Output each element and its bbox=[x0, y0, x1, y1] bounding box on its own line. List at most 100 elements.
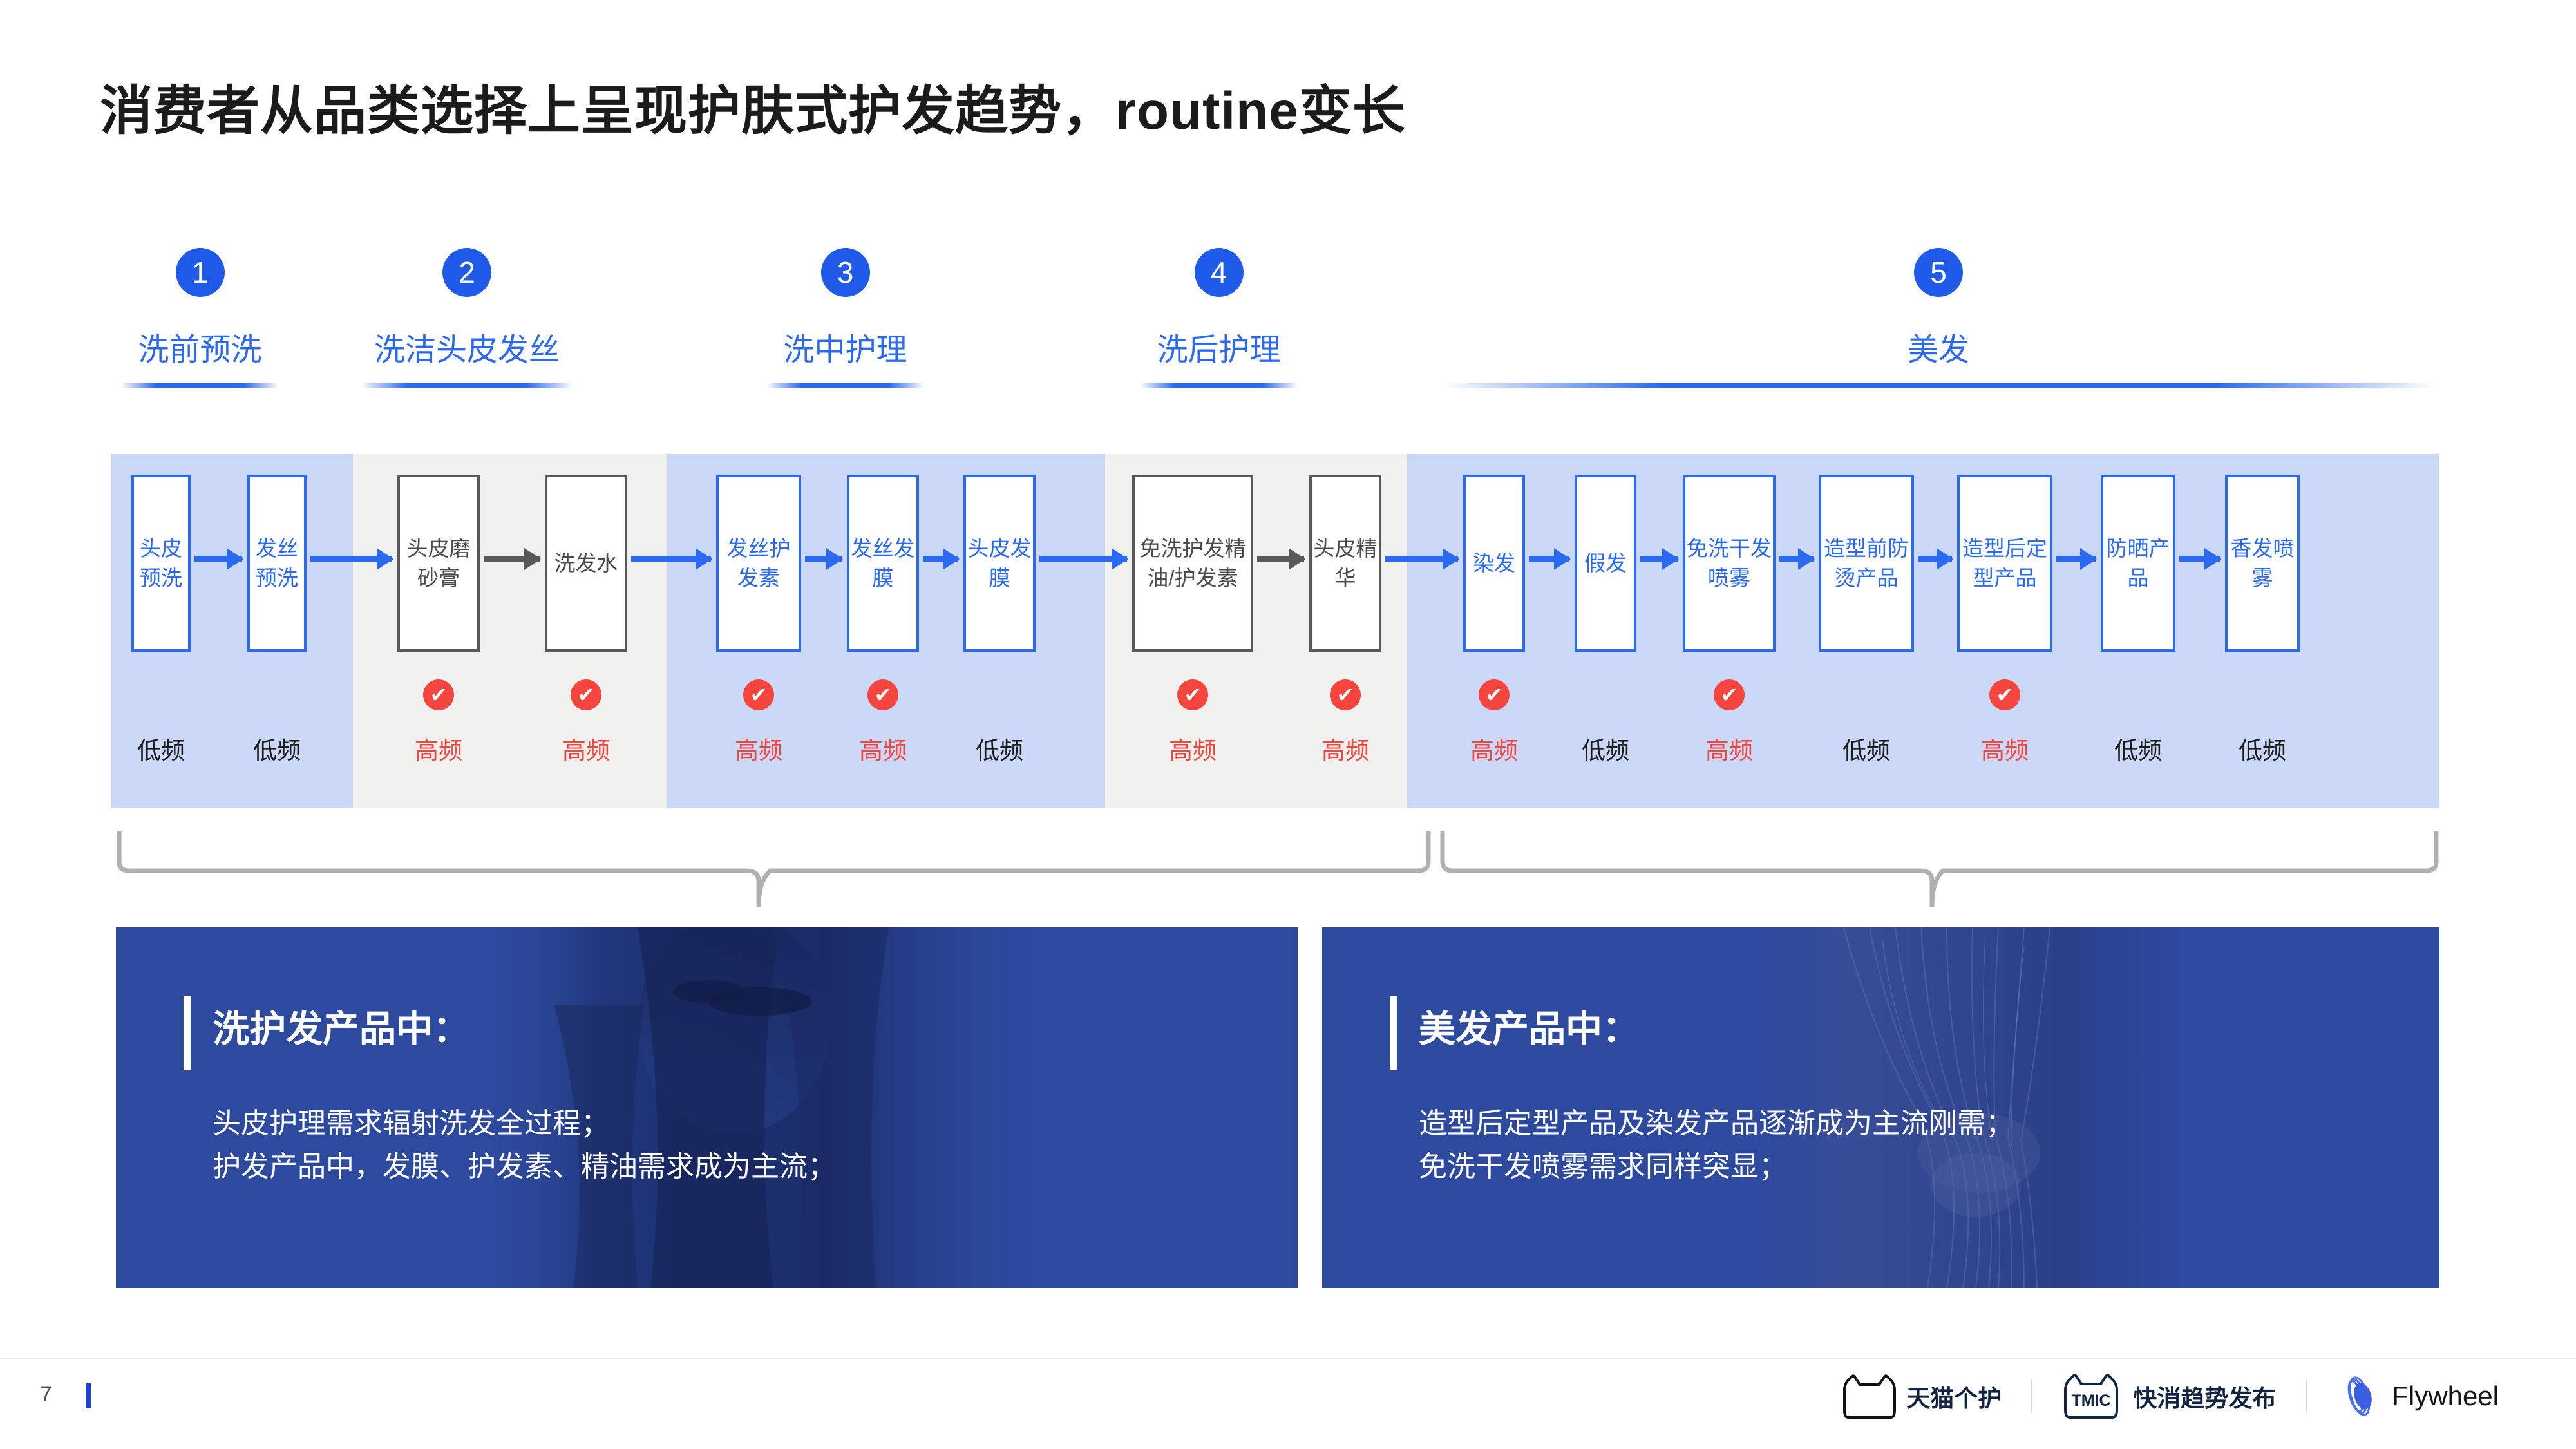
card-line: 头皮护理需求辐射洗发全过程； bbox=[213, 1108, 609, 1139]
frequency-label: 高频 bbox=[562, 737, 610, 764]
flow-arrow-icon bbox=[1529, 556, 1569, 562]
product-box[interactable]: 洗发水 bbox=[545, 475, 627, 652]
high-frequency-check-icon: ✔ bbox=[1714, 679, 1745, 710]
stage-header-5: 5 美发 bbox=[1443, 248, 2434, 388]
product-box[interactable]: 发丝护发素 bbox=[716, 475, 801, 652]
insight-card-haircare: 洗护发产品中： 头皮护理需求辐射洗发全过程； 护发产品中，发膜、护发素、精油需求… bbox=[116, 927, 1298, 1288]
stage-header-4: 4 洗后护理 bbox=[1140, 248, 1298, 388]
product-box[interactable]: 头皮磨砂膏 bbox=[397, 475, 480, 652]
frequency-label: 高频 bbox=[1321, 737, 1369, 764]
flow-arrow-icon bbox=[310, 556, 392, 562]
product-name: 假发 bbox=[1584, 551, 1627, 575]
stage-label: 洗前预洗 bbox=[138, 333, 262, 367]
frequency-label: 高频 bbox=[1705, 737, 1753, 764]
product-box[interactable]: 免洗护发精油/护发素 bbox=[1132, 475, 1253, 652]
page-number: 7 bbox=[40, 1382, 52, 1406]
product-name: 香发喷雾 bbox=[2230, 536, 2295, 590]
product-box[interactable]: 香发喷雾 bbox=[2225, 475, 2300, 652]
logo-label: 天猫个护 bbox=[1906, 1385, 2002, 1412]
frequency-label: 高频 bbox=[1981, 737, 2029, 764]
flow-arrow-icon bbox=[2179, 556, 2220, 562]
tmall-cat-icon bbox=[1843, 1374, 1897, 1419]
flywheel-icon bbox=[2347, 1376, 2372, 1416]
frequency-label: 低频 bbox=[2114, 737, 2162, 764]
stage-number-badge: 1 bbox=[175, 248, 225, 297]
card-heading: 美发产品中： bbox=[1419, 1009, 1639, 1050]
product-name: 头皮发膜 bbox=[967, 536, 1032, 590]
high-frequency-check-icon: ✔ bbox=[743, 679, 774, 710]
product-box[interactable]: 防晒产品 bbox=[2101, 475, 2175, 652]
flow-arrow-icon bbox=[1257, 556, 1304, 562]
logo-divider bbox=[2306, 1379, 2307, 1413]
product-box[interactable]: 头皮精华 bbox=[1309, 475, 1381, 652]
frequency-label: 高频 bbox=[859, 737, 907, 764]
product-box[interactable]: 造型后定型产品 bbox=[1957, 475, 2052, 652]
product-name: 免洗护发精油/护发素 bbox=[1139, 536, 1246, 590]
insight-card-styling: 美发产品中： 造型后定型产品及染发产品逐渐成为主流刚需； 免洗干发喷雾需求同样突… bbox=[1322, 927, 2439, 1288]
flow-arrow-icon bbox=[2056, 556, 2096, 562]
product-name: 发丝预洗 bbox=[256, 536, 298, 590]
product-box[interactable]: 免洗干发喷雾 bbox=[1683, 475, 1776, 652]
product-box[interactable]: 头皮预洗 bbox=[131, 475, 191, 652]
product-name: 防晒产品 bbox=[2106, 536, 2170, 590]
product-name: 发丝发膜 bbox=[851, 536, 915, 590]
brace-left-icon bbox=[117, 829, 1431, 907]
brace-svg bbox=[117, 829, 2439, 907]
card-body: 头皮护理需求辐射洗发全过程； 护发产品中，发膜、护发素、精油需求成为主流； bbox=[213, 1103, 836, 1189]
product-box[interactable]: 发丝预洗 bbox=[247, 475, 307, 652]
flow-arrow-icon bbox=[1039, 556, 1127, 562]
card-accent-bar bbox=[184, 996, 191, 1070]
product-name: 发丝护发素 bbox=[726, 536, 791, 590]
card-line: 免洗干发喷雾需求同样突显； bbox=[1419, 1150, 1787, 1182]
frequency-label: 低频 bbox=[253, 737, 301, 764]
product-box[interactable]: 假发 bbox=[1575, 475, 1636, 652]
page-number-bar bbox=[86, 1383, 91, 1408]
frequency-label: 高频 bbox=[1470, 737, 1518, 764]
card-line: 造型后定型产品及染发产品逐渐成为主流刚需； bbox=[1419, 1108, 2014, 1139]
product-name: 头皮磨砂膏 bbox=[406, 536, 471, 590]
stage-header-1: 1 洗前预洗 bbox=[121, 248, 279, 388]
frequency-label: 低频 bbox=[1842, 737, 1890, 764]
high-frequency-check-icon: ✔ bbox=[867, 679, 898, 710]
product-flow-band: 头皮预洗低频 发丝预洗低频 头皮磨砂膏 ✔ 高频 洗发水 ✔ 高频 发丝护发素 ✔ 高频 发丝发膜 ✔ 高… bbox=[111, 454, 2439, 808]
stage-underline bbox=[1443, 383, 2434, 388]
stage-header-row: 1 洗前预洗 2 洗洁头皮发丝 3 洗中护理 4 洗后护理 5 美发 bbox=[0, 0, 2576, 425]
stage-label: 洗洁头皮发丝 bbox=[374, 333, 560, 367]
footer-logos: 天猫个护 TMIC 快消趋势发布 Flywheel bbox=[1842, 1370, 2499, 1422]
svg-text:TMIC: TMIC bbox=[2072, 1392, 2111, 1410]
flow-arrow-icon bbox=[194, 556, 242, 562]
product-box[interactable]: 发丝发膜 bbox=[847, 475, 919, 652]
high-frequency-check-icon: ✔ bbox=[571, 679, 601, 710]
logo-label: 快消趋势发布 bbox=[2133, 1385, 2277, 1412]
footer-divider bbox=[0, 1358, 2576, 1359]
card-accent-bar bbox=[1390, 996, 1397, 1070]
stage-label: 洗后护理 bbox=[1157, 333, 1281, 367]
logo-label: Flywheel bbox=[2392, 1381, 2499, 1411]
flow-arrow-icon bbox=[484, 556, 540, 562]
tmic-cat-icon: TMIC bbox=[2064, 1374, 2119, 1419]
stage-underline bbox=[121, 383, 279, 388]
flow-arrow-icon bbox=[1918, 556, 1952, 562]
flow-arrow-icon bbox=[1779, 556, 1814, 562]
flow-arrow-icon bbox=[1385, 556, 1458, 562]
logo-tmic: TMIC 快消趋势发布 bbox=[2062, 1372, 2276, 1420]
high-frequency-check-icon: ✔ bbox=[1177, 679, 1208, 710]
flow-step-cell: 洗发水 ✔ 高频 bbox=[496, 454, 676, 808]
frequency-label: 高频 bbox=[415, 737, 462, 764]
stage-label: 洗中护理 bbox=[783, 333, 907, 367]
product-box[interactable]: 头皮发膜 bbox=[963, 475, 1036, 652]
frequency-label: 低频 bbox=[137, 737, 185, 764]
logo-flywheel: Flywheel bbox=[2336, 1373, 2499, 1419]
product-box[interactable]: 造型前防烫产品 bbox=[1819, 475, 1914, 652]
stage-underline bbox=[361, 383, 573, 388]
card-body: 造型后定型产品及染发产品逐渐成为主流刚需； 免洗干发喷雾需求同样突显； bbox=[1419, 1103, 2014, 1189]
logo-tmall-geHu: 天猫个护 bbox=[1842, 1372, 2002, 1420]
high-frequency-check-icon: ✔ bbox=[1479, 679, 1510, 710]
stage-header-3: 3 洗中护理 bbox=[766, 248, 924, 388]
stage-underline bbox=[766, 383, 924, 388]
flow-arrow-icon bbox=[923, 556, 958, 562]
stage-number-badge: 5 bbox=[1914, 248, 1963, 297]
product-name: 头皮预洗 bbox=[140, 536, 182, 590]
product-name: 造型后定型产品 bbox=[1962, 536, 2047, 590]
logo-divider bbox=[2031, 1379, 2033, 1413]
